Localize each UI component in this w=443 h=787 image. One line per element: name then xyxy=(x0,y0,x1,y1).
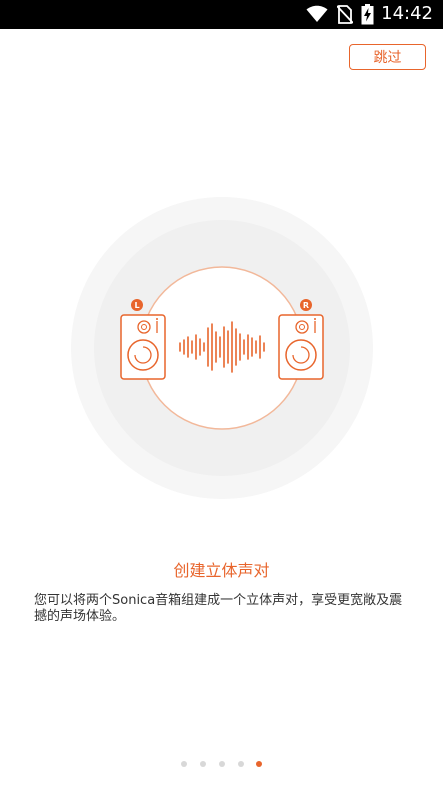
stereo-pair-illustration: L R xyxy=(71,197,373,499)
page-dot-2[interactable] xyxy=(200,761,206,767)
status-time: 14:42 xyxy=(381,3,433,24)
page-dot-4[interactable] xyxy=(238,761,244,767)
no-sim-icon xyxy=(336,5,354,28)
status-bar: 14:42 xyxy=(0,0,443,29)
right-channel-badge: R xyxy=(300,299,312,311)
wifi-icon xyxy=(306,5,328,27)
page-title: 创建立体声对 xyxy=(173,561,270,580)
battery-charging-icon xyxy=(361,4,374,29)
page-description: 您可以将两个Sonica音箱组建成一个立体声对，享受更宽敞及震撼的声场体验。 xyxy=(34,593,403,624)
right-channel-label: R xyxy=(303,301,309,310)
page-indicator xyxy=(0,761,443,769)
left-speaker-icon xyxy=(120,314,166,380)
page-dot-3[interactable] xyxy=(219,761,225,767)
right-speaker-icon xyxy=(278,314,324,380)
skip-button[interactable]: 跳过 xyxy=(349,44,426,70)
left-channel-label: L xyxy=(134,301,139,310)
page-dot-1[interactable] xyxy=(181,761,187,767)
left-channel-badge: L xyxy=(131,299,143,311)
page-dot-5[interactable] xyxy=(256,761,262,767)
